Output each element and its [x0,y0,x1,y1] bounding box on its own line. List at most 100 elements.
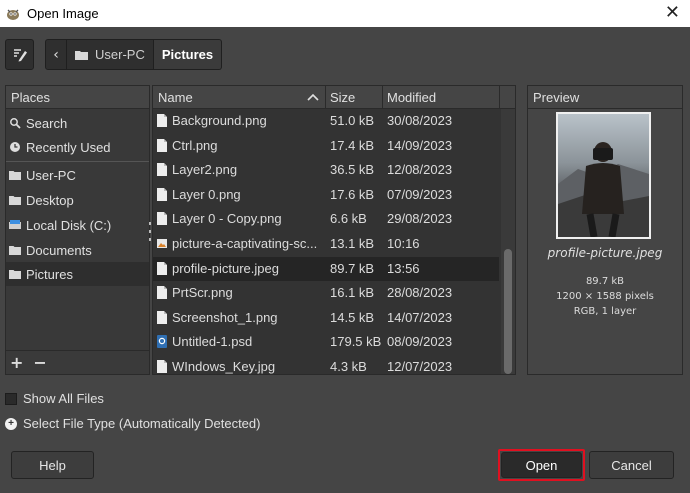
place-item-local-disk[interactable]: Local Disk (C:) [6,213,149,237]
preview-filesize: 89.7 kB [585,276,625,287]
show-all-files-checkbox[interactable] [5,392,17,405]
file-list-scrollbar[interactable] [501,109,515,374]
file-size: 179.5 kB [330,334,382,350]
cancel-button[interactable]: Cancel [589,451,674,479]
search-icon [9,117,21,129]
image-file-icon [157,286,167,300]
file-modified: 08/09/2023 [387,334,453,350]
places-divider [6,161,149,162]
image-file-icon [157,212,167,226]
path-back-button[interactable]: ‹ [45,39,67,70]
file-size: 51.0 kB [330,113,375,128]
path-bar: ‹ User-PC Pictures [45,39,223,70]
folder-icon [75,50,88,60]
path-segment-label: Pictures [161,47,214,62]
place-item-desktop[interactable]: Desktop [6,188,149,212]
help-button[interactable]: Help [11,451,94,479]
place-item-pictures[interactable]: Pictures [6,262,149,286]
place-item-label: Desktop [26,192,74,208]
type-location-button[interactable] [5,39,34,70]
select-file-type-option[interactable]: + Select File Type (Automatically Detect… [5,416,260,431]
table-row[interactable]: Background.png 51.0 kB 30/08/2023 [153,109,499,133]
add-bookmark-button[interactable]: + [10,353,23,372]
file-size: 13.1 kB [330,236,375,251]
gimp-app-icon [7,9,19,20]
table-row[interactable]: picture-a-captivating-sc... 13.1 kB 10:16 [153,232,499,256]
file-modified: 14/09/2023 [387,137,453,153]
file-modified: 12/08/2023 [387,162,453,178]
folder-icon [9,194,21,206]
file-modified: 12/07/2023 [387,359,453,374]
title-bar: Open Image ✕ [0,0,690,27]
psd-file-icon [157,335,167,349]
file-name: Layer 0.png [172,186,241,202]
pencil-icon [13,48,27,61]
place-item-label: Documents [26,242,92,258]
file-modified: 10:16 [387,236,420,251]
table-row[interactable]: Layer 0.png 17.6 kB 07/09/2023 [153,183,499,207]
places-footer: + − [6,350,149,374]
file-size: 4.3 kB [330,359,367,374]
folder-icon [9,268,21,280]
place-item-documents[interactable]: Documents [6,238,149,262]
column-header-size[interactable]: Size [330,90,355,105]
table-row[interactable]: WIndows_Key.jpg 4.3 kB 12/07/2023 [153,355,499,379]
file-name: Ctrl.png [172,137,218,153]
remove-bookmark-button[interactable]: − [33,353,46,372]
close-icon[interactable]: ✕ [665,4,680,22]
clock-icon [9,141,21,153]
show-all-files-option[interactable]: Show All Files [5,391,104,406]
image-file-icon [157,261,167,275]
table-row[interactable]: Ctrl.png 17.4 kB 14/09/2023 [153,134,499,158]
show-all-files-label: Show All Files [23,391,104,406]
preview-panel: Preview profile-picture.jpeg 89.7 kB 120… [527,85,683,375]
window-title: Open Image [27,6,99,21]
preview-thumbnail [556,112,651,239]
file-name: Layer 0 - Copy.png [172,211,282,227]
highlight-annotation [498,449,585,481]
preview-mode: RGB, 1 layer [573,306,637,317]
file-size: 36.5 kB [330,162,375,178]
places-header: Places [6,86,149,109]
table-row[interactable]: Layer2.png 36.5 kB 12/08/2023 [153,158,499,182]
file-name: WIndows_Key.jpg [172,359,276,374]
path-segment-user-pc[interactable]: User-PC [67,39,154,70]
file-list-header: Name Size Modified [153,86,515,109]
table-row[interactable]: Layer 0 - Copy.png 6.6 kB 29/08/2023 [153,207,499,231]
file-size: 17.4 kB [330,137,375,153]
file-modified: 13:56 [387,260,420,276]
chevron-left-icon: ‹ [53,46,59,63]
table-row[interactable]: PrtScr.png 16.1 kB 28/08/2023 [153,281,499,305]
file-modified: 07/09/2023 [387,186,453,202]
file-name: PrtScr.png [172,285,233,301]
image-file-icon [157,138,167,152]
table-row[interactable]: Untitled-1.psd 179.5 kB 08/09/2023 [153,330,499,354]
place-item-label: Pictures [26,266,73,282]
plus-expander-icon[interactable]: + [5,417,17,430]
image-file-icon [157,310,167,324]
image-file-icon [157,360,167,373]
place-item-user-pc[interactable]: User-PC [6,163,149,187]
path-segment-pictures[interactable]: Pictures [153,39,223,70]
place-item-search[interactable]: Search [6,111,149,135]
column-header-modified[interactable]: Modified [387,90,436,105]
file-name: Screenshot_1.png [172,309,278,325]
file-modified: 29/08/2023 [387,211,453,227]
table-row[interactable]: profile-picture.jpeg 89.7 kB 13:56 [153,256,499,281]
sort-ascending-icon[interactable] [307,93,319,101]
table-row[interactable]: Screenshot_1.png 14.5 kB 14/07/2023 [153,306,499,330]
place-item-label: Recently Used [26,139,111,155]
folder-icon [9,244,21,256]
picture-file-icon [157,239,167,248]
place-item-recently-used[interactable]: Recently Used [6,135,149,159]
file-name: Layer2.png [172,162,238,178]
image-file-icon [157,187,167,201]
scrollbar-thumb[interactable] [504,249,512,374]
column-header-name[interactable]: Name [158,90,193,105]
file-list: Name Size Modified Background.png 51.0 kB… [152,85,516,375]
file-size: 14.5 kB [330,309,375,325]
drive-icon [9,219,21,231]
preview-filename: profile-picture.jpeg [547,246,663,260]
file-size: 89.7 kB [330,260,375,276]
path-segment-label: User-PC [95,47,145,62]
